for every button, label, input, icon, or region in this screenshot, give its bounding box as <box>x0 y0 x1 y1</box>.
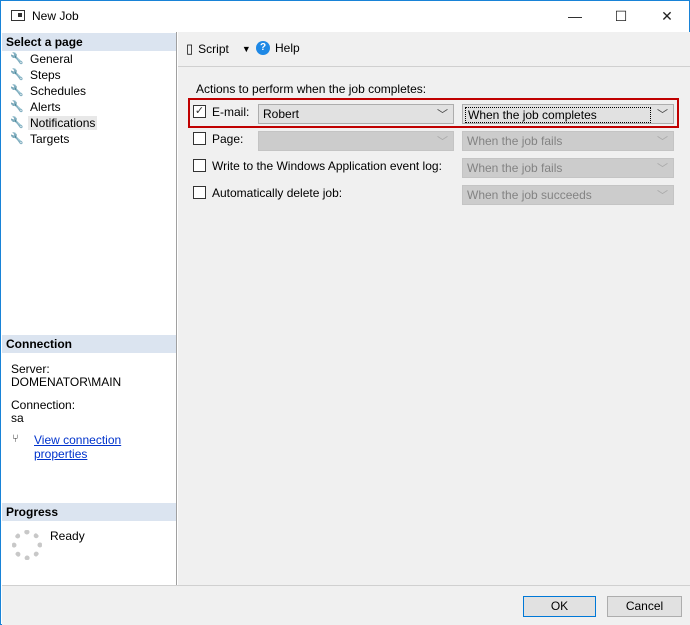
email-checkbox[interactable]: ✓ <box>193 105 206 118</box>
progress-spinner-icon <box>12 530 42 560</box>
chevron-down-icon: ﹀ <box>657 136 668 148</box>
select-page-header: Select a page <box>2 33 176 51</box>
wrench-icon: 🔧 <box>10 53 24 65</box>
select-value: When the job fails <box>467 134 563 148</box>
wrench-icon: 🔧 <box>10 69 24 81</box>
page-label: Page: <box>212 132 244 146</box>
actions-heading: Actions to perform when the job complete… <box>196 82 427 96</box>
email-operator-select[interactable]: Robert ﹀ <box>258 104 454 124</box>
server-label: Server: <box>11 362 50 376</box>
progress-status: Ready <box>50 529 85 543</box>
chevron-down-icon: ﹀ <box>437 109 448 121</box>
select-value: Robert <box>263 107 300 121</box>
sidebar-item-label: Schedules <box>30 84 87 98</box>
minimize-button[interactable]: — <box>552 1 598 31</box>
wrench-icon: 🔧 <box>10 133 24 145</box>
page-checkbox[interactable] <box>193 132 206 145</box>
chevron-down-icon: ﹀ <box>657 163 668 175</box>
sidebar-item-label: Steps <box>30 68 61 82</box>
title-bar: New Job — ☐ ✕ <box>1 1 689 32</box>
connection-value: sa <box>11 411 24 425</box>
sidebar-item-targets[interactable]: 🔧 Targets <box>10 131 71 147</box>
help-button[interactable]: ? Help <box>256 41 300 55</box>
select-value: When the job fails <box>467 161 563 175</box>
chevron-down-icon: ﹀ <box>657 190 668 202</box>
email-condition-select[interactable]: When the job completes ﹀ <box>462 104 674 124</box>
help-label: Help <box>275 41 300 55</box>
progress-header: Progress <box>2 503 176 521</box>
sidebar-item-label: Alerts <box>30 100 61 114</box>
window-icon <box>11 10 25 21</box>
page-operator-select[interactable]: ﹀ <box>258 131 454 151</box>
dropdown-arrow-icon[interactable]: ▼ <box>242 44 251 54</box>
sidebar-item-schedules[interactable]: 🔧 Schedules <box>10 83 88 99</box>
sidebar-item-general[interactable]: 🔧 General <box>10 51 75 67</box>
maximize-button[interactable]: ☐ <box>598 1 644 31</box>
wrench-icon: 🔧 <box>10 101 24 113</box>
server-value: DOMENATOR\MAIN <box>11 375 122 389</box>
delete-job-checkbox[interactable] <box>193 186 206 199</box>
connection-label: Connection: <box>11 398 76 412</box>
select-value: When the job completes <box>465 107 651 123</box>
sidebar-item-label: Notifications <box>28 116 98 130</box>
close-button[interactable]: ✕ <box>644 1 690 31</box>
cancel-button[interactable]: Cancel <box>607 596 682 617</box>
script-icon: ▯ <box>186 41 194 56</box>
event-log-condition-select[interactable]: When the job fails ﹀ <box>462 158 674 178</box>
toolbar-divider <box>178 66 690 67</box>
view-connection-properties-link[interactable]: View connection properties <box>34 433 176 461</box>
email-label: E-mail: <box>212 105 250 119</box>
sidebar-item-label: General <box>30 52 73 66</box>
wrench-icon: 🔧 <box>10 85 24 97</box>
sidebar: Select a page 🔧 General 🔧 Steps 🔧 Schedules… <box>2 32 177 585</box>
connection-header: Connection <box>2 335 176 353</box>
notifications-panel: ▯ Script ▼ ? Help Actions to perform when t… <box>178 32 690 585</box>
delete-job-label: Automatically delete job: <box>212 186 343 200</box>
sidebar-item-notifications[interactable]: 🔧 Notifications <box>10 115 98 131</box>
delete-job-condition-select[interactable]: When the job succeeds ﹀ <box>462 185 674 205</box>
connection-properties-icon: ⑂ <box>12 433 19 445</box>
page-condition-select[interactable]: When the job fails ﹀ <box>462 131 674 151</box>
event-log-checkbox[interactable] <box>193 159 206 172</box>
dialog-footer: OK Cancel <box>2 585 690 625</box>
select-value: When the job succeeds <box>467 188 592 202</box>
chevron-down-icon: ﹀ <box>437 136 448 148</box>
sidebar-item-steps[interactable]: 🔧 Steps <box>10 67 63 83</box>
sidebar-item-alerts[interactable]: 🔧 Alerts <box>10 99 63 115</box>
chevron-down-icon: ﹀ <box>657 109 668 121</box>
ok-button[interactable]: OK <box>523 596 596 617</box>
help-icon: ? <box>256 41 270 55</box>
event-log-label: Write to the Windows Application event l… <box>212 159 442 173</box>
script-label: Script <box>198 42 229 56</box>
wrench-icon: 🔧 <box>10 117 24 129</box>
window-title: New Job <box>32 9 79 23</box>
new-job-dialog: New Job — ☐ ✕ Select a page 🔧 General 🔧 St… <box>0 0 690 625</box>
sidebar-item-label: Targets <box>30 132 70 146</box>
script-button[interactable]: ▯ Script ▼ <box>186 41 251 57</box>
